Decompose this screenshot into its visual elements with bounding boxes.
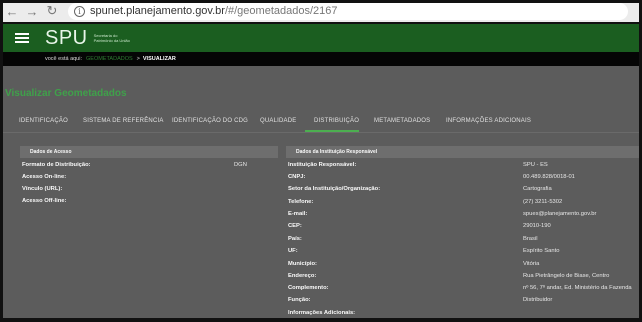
screen-frame: ← → ↻ i spunet.planejamento.gov.br /#/ge… bbox=[0, 0, 642, 322]
breadcrumb: você está aqui: GEOMETADADOS > VISUALIZA… bbox=[3, 52, 639, 66]
responsavel-label: Setor da Instituição/Organização: bbox=[288, 186, 381, 192]
menu-icon[interactable] bbox=[15, 33, 29, 43]
responsavel-value: Vitória bbox=[523, 261, 540, 267]
info-icon[interactable]: i bbox=[74, 5, 85, 17]
tab-distribuicao[interactable]: DISTRIBUIÇÃO bbox=[314, 118, 359, 124]
breadcrumb-prefix: você está aqui: bbox=[45, 56, 82, 62]
panel-header-responsavel: Dados da Instituição Responsável bbox=[286, 146, 639, 158]
acesso-label: Acesso Off-line: bbox=[22, 198, 67, 204]
responsavel-value: Cartografia bbox=[523, 186, 552, 192]
responsavel-value: 00.489.828/0018-01 bbox=[523, 174, 575, 180]
responsavel-label: UF: bbox=[288, 248, 298, 254]
responsavel-label: Telefone: bbox=[288, 199, 314, 205]
responsavel-label: Complemento: bbox=[288, 285, 329, 291]
tab-qualidade[interactable]: QUALIDADE bbox=[260, 118, 296, 124]
responsavel-label: Endereço: bbox=[288, 273, 317, 279]
responsavel-value: 29010-190 bbox=[523, 223, 551, 229]
responsavel-value: (27) 3211-5302 bbox=[523, 199, 563, 205]
responsavel-value: Rua Pietrângelo de Biase, Centro bbox=[523, 273, 610, 279]
active-tab-indicator bbox=[305, 130, 359, 132]
breadcrumb-link-geometadados[interactable]: GEOMETADADOS bbox=[86, 56, 133, 62]
responsavel-label: Instituição Responsável: bbox=[288, 162, 357, 168]
responsavel-value: nº 56, 7º andar, Ed. Ministério da Fazen… bbox=[523, 285, 632, 291]
tab-informacoes-adicionais[interactable]: INFORMAÇÕES ADICIONAIS bbox=[446, 118, 531, 124]
responsavel-label: E-mail: bbox=[288, 211, 308, 217]
responsavel-value: Espírito Santo bbox=[523, 248, 560, 254]
responsavel-label: País: bbox=[288, 236, 302, 242]
tab-identificacao[interactable]: IDENTIFICAÇÃO bbox=[19, 118, 68, 124]
main-content: Visualizar Geometadados IDENTIFICAÇÃO SI… bbox=[3, 66, 639, 318]
responsavel-value: Distribuidor bbox=[523, 297, 553, 303]
back-arrow-icon[interactable]: ← bbox=[4, 3, 20, 19]
reload-icon[interactable]: ↻ bbox=[44, 3, 60, 19]
tab-sistema-de-referencia[interactable]: SISTEMA DE REFERÊNCIA bbox=[83, 118, 164, 124]
spu-logo-subtitle: Secretaria do Patrimônio da União bbox=[93, 33, 130, 43]
responsavel-label: CEP: bbox=[288, 223, 302, 229]
acesso-value: DGN bbox=[234, 162, 247, 168]
tab-identificacao-do-cdg[interactable]: IDENTIFICAÇÃO DO CDG bbox=[172, 118, 248, 124]
responsavel-value: spues@planejamento.gov.br bbox=[523, 211, 597, 217]
acesso-label: Vínculo (URL): bbox=[22, 186, 63, 192]
url-host: spunet.planejamento.gov.br bbox=[90, 5, 225, 17]
breadcrumb-separator: > bbox=[136, 56, 140, 62]
url-path: /#/geometadados/2167 bbox=[224, 5, 338, 17]
responsavel-value: Brasil bbox=[523, 236, 538, 242]
forward-arrow-icon[interactable]: → bbox=[24, 3, 40, 19]
responsavel-value: SPU - ES bbox=[523, 162, 548, 168]
acesso-label: Formato de Distribuição: bbox=[22, 162, 91, 168]
tab-bar: IDENTIFICAÇÃO SISTEMA DE REFERÊNCIA IDEN… bbox=[3, 111, 639, 133]
acesso-label: Acesso On-line: bbox=[22, 174, 67, 180]
responsavel-label: Município: bbox=[288, 261, 317, 267]
responsavel-label: CNPJ: bbox=[288, 174, 306, 180]
tab-metametadados[interactable]: METAMETADADOS bbox=[374, 118, 430, 124]
app-header: SPU Secretaria do Patrimônio da União bbox=[3, 24, 639, 52]
address-bar[interactable]: i spunet.planejamento.gov.br /#/geometad… bbox=[68, 2, 628, 20]
spu-logo[interactable]: SPU bbox=[45, 27, 88, 50]
responsavel-label: Informações Adicionais: bbox=[288, 310, 356, 316]
panel-header-acesso: Dados de Acesso bbox=[20, 146, 278, 158]
responsavel-label: Função: bbox=[288, 297, 311, 303]
breadcrumb-current: VISUALIZAR bbox=[142, 56, 176, 62]
page-title: Visualizar Geometadados bbox=[5, 88, 127, 99]
browser-toolbar: ← → ↻ i spunet.planejamento.gov.br /#/ge… bbox=[0, 0, 642, 22]
